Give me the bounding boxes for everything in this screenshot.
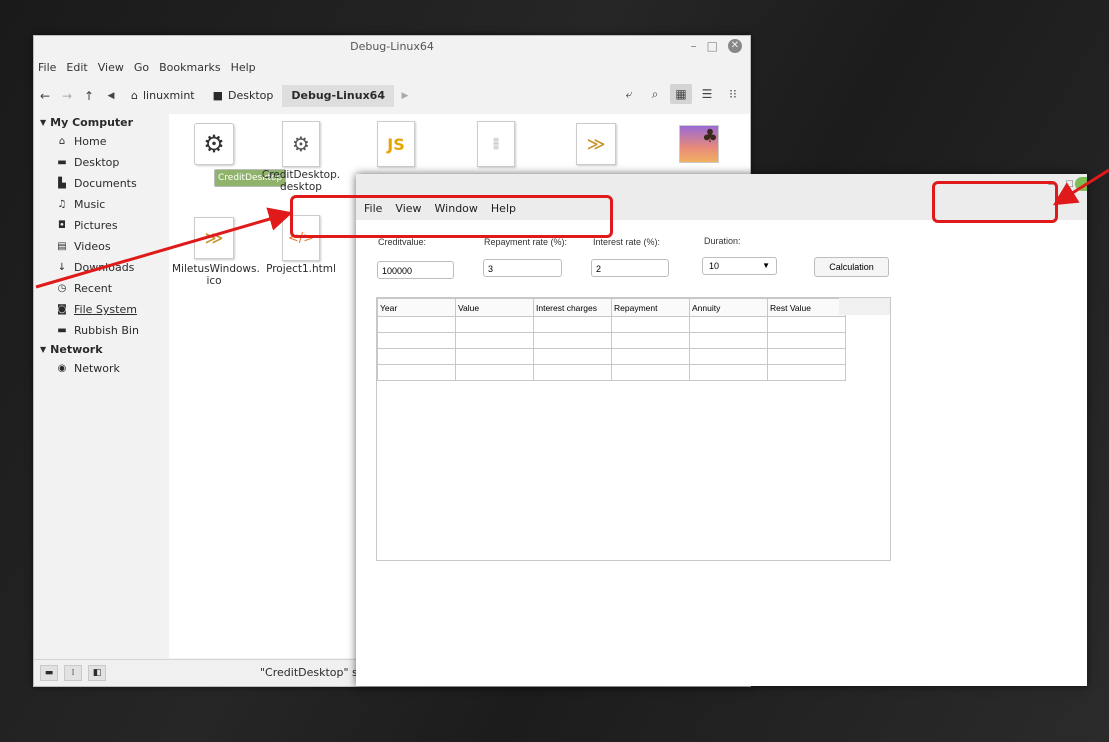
annotation-arrow-left (35, 207, 293, 289)
annotation-arrow-right (1052, 168, 1109, 206)
annotation-arrows (35, 168, 1109, 289)
